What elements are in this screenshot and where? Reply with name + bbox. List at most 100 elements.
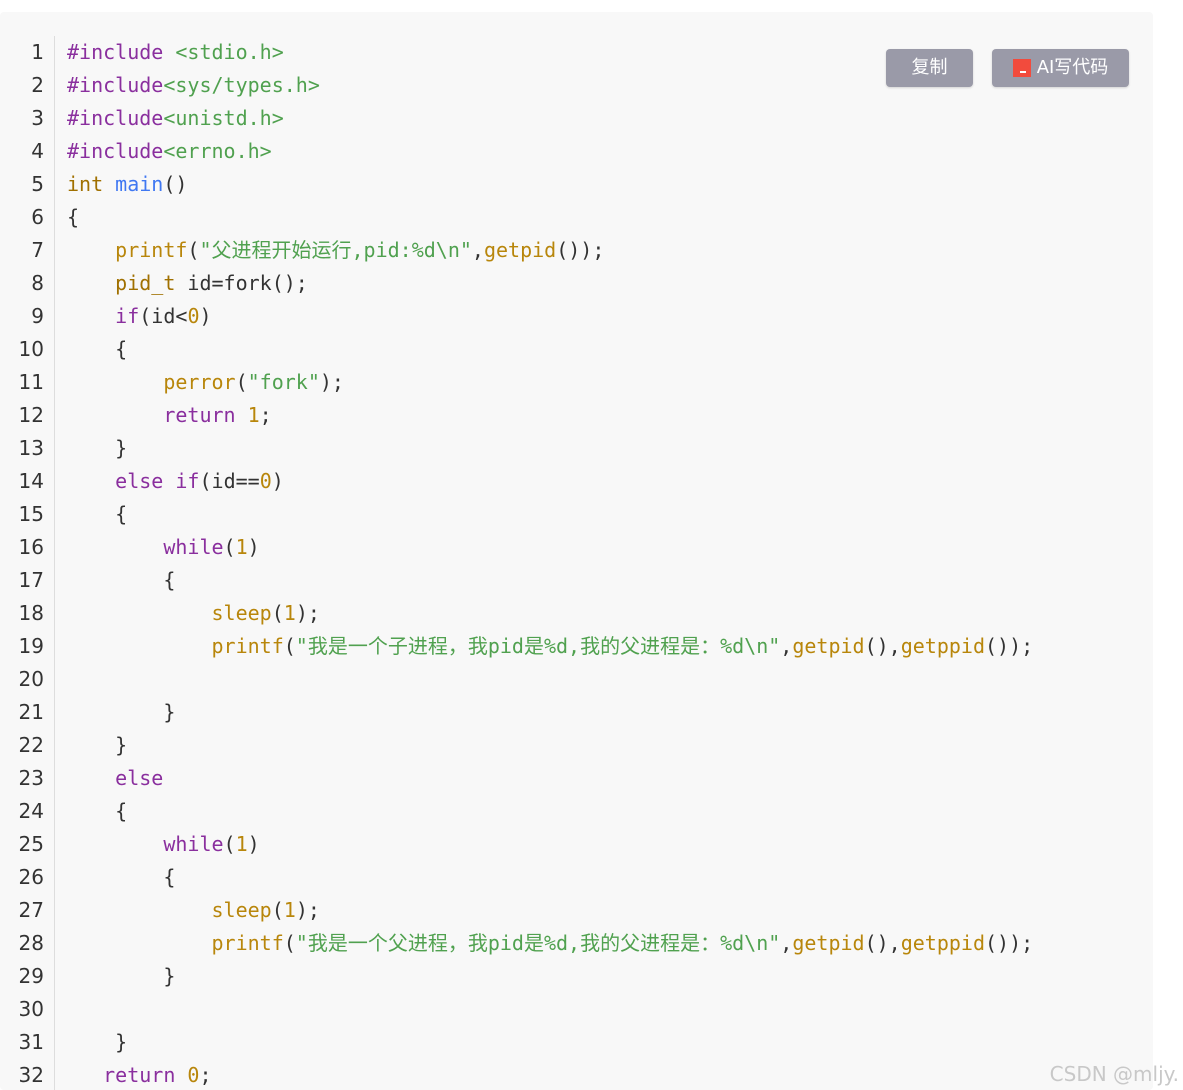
code-token: if <box>115 304 140 328</box>
code-token: (), <box>864 634 901 658</box>
code-token: 1 <box>283 601 296 625</box>
code-line: { <box>67 201 79 234</box>
line-number: 18 <box>18 601 44 625</box>
code-token: { <box>67 799 128 823</box>
code-token: #include <box>67 106 164 130</box>
code-token: while <box>163 832 224 856</box>
code-token: ) <box>247 535 260 559</box>
code-token: ); <box>295 601 320 625</box>
line-number: 22 <box>18 733 44 757</box>
code-token: ()); <box>985 931 1034 955</box>
code-token: { <box>67 502 128 526</box>
code-line: else <box>67 762 163 795</box>
line-number: 16 <box>18 535 44 559</box>
line-number: 17 <box>18 568 44 592</box>
code-token: else <box>115 469 164 493</box>
code-line: printf("父进程开始运行,pid:%d\n",getpid()); <box>67 234 604 267</box>
code-token: #include <box>67 73 164 97</box>
code-token: printf <box>115 238 188 262</box>
line-number-gutter: 1 2 3 4 5 6 7 8 9 10 11 12 13 14 15 16 17 18 19 20 21 22 23 24 2… <box>0 36 55 1090</box>
code-token: } <box>67 1030 128 1054</box>
code-token: ( <box>223 832 236 856</box>
code-line: } <box>67 432 127 465</box>
line-number: 32 <box>18 1063 44 1087</box>
code-token: "我是一个子进程，我pid是%d,我的父进程是：%d\n" <box>295 634 781 658</box>
code-token: , <box>780 634 793 658</box>
line-number: 29 <box>18 964 44 988</box>
ai-write-code-button[interactable]: AI写代码 <box>992 49 1129 87</box>
code-token: getppid <box>900 931 986 955</box>
code-token: } <box>67 700 176 724</box>
line-number: 26 <box>18 865 44 889</box>
watermark: CSDN @mljy. <box>1049 1062 1179 1086</box>
code-line: perror("fork"); <box>67 366 344 399</box>
code-line: } <box>67 729 127 762</box>
code-token: sleep <box>211 601 272 625</box>
code-token: <unistd.h> <box>163 106 284 130</box>
code-token: { <box>67 205 80 229</box>
code-token: pid_t <box>115 271 176 295</box>
code-token: 1 <box>235 535 248 559</box>
code-block: 1 2 3 4 5 6 7 8 9 10 11 12 13 14 15 16 17 18 19 20 21 22 23 24 2… <box>0 12 1153 1090</box>
code-token: ; <box>259 403 272 427</box>
code-token: ( <box>283 931 296 955</box>
code-line: { <box>67 498 127 531</box>
code-token: <sys/types.h> <box>163 73 320 97</box>
code-token: "fork" <box>247 370 320 394</box>
code-token: 0 <box>259 469 272 493</box>
code-line: { <box>67 333 127 366</box>
code-token: getpid <box>792 634 865 658</box>
code-token: getppid <box>900 634 986 658</box>
code-line: int main() <box>67 168 187 201</box>
code-token: <stdio.h> <box>175 40 284 64</box>
line-number: 9 <box>31 304 44 328</box>
code-token: ( <box>223 535 236 559</box>
code-token: 1 <box>235 832 248 856</box>
line-number: 14 <box>18 469 44 493</box>
code-line: printf("我是一个父进程，我pid是%d,我的父进程是：%d\n", get… <box>67 927 1034 960</box>
code-token: if <box>175 469 200 493</box>
code-token: printf <box>211 931 284 955</box>
copy-button[interactable]: 复制 <box>886 49 973 87</box>
code-token: "我是一个父进程，我pid是%d,我的父进程是：%d\n" <box>295 931 781 955</box>
code-token: } <box>67 733 128 757</box>
code-token: } <box>67 436 128 460</box>
line-number: 19 <box>18 634 44 658</box>
code-token: 0 <box>187 1063 200 1087</box>
code-token: #include <box>67 139 164 163</box>
code-line: if(id<0) <box>67 300 211 333</box>
code-line: } <box>67 1026 127 1059</box>
code-line: #include<unistd.h> <box>67 102 284 135</box>
code-token: ( <box>235 370 248 394</box>
line-number: 30 <box>18 997 44 1021</box>
line-number: 23 <box>18 766 44 790</box>
line-number: 6 <box>31 205 44 229</box>
code-line: } <box>67 696 175 729</box>
code-token: else <box>115 766 164 790</box>
code-token: ) <box>271 469 284 493</box>
code-token: () <box>163 172 188 196</box>
code-token: ; <box>199 1063 212 1087</box>
code-token: ()); <box>985 634 1034 658</box>
code-token: , <box>780 931 793 955</box>
code-token: 1 <box>247 403 260 427</box>
code-line: pid_t id=fork(); <box>67 267 308 300</box>
line-number: 10 <box>18 337 44 361</box>
line-number: 5 <box>31 172 44 196</box>
code-token: perror <box>163 370 236 394</box>
code-line: while(1) <box>67 531 260 564</box>
line-number: 31 <box>18 1030 44 1054</box>
code-token: #include <box>67 40 164 64</box>
code-token: "父进程开始运行,pid:%d\n" <box>199 238 472 262</box>
line-number: 21 <box>18 700 44 724</box>
